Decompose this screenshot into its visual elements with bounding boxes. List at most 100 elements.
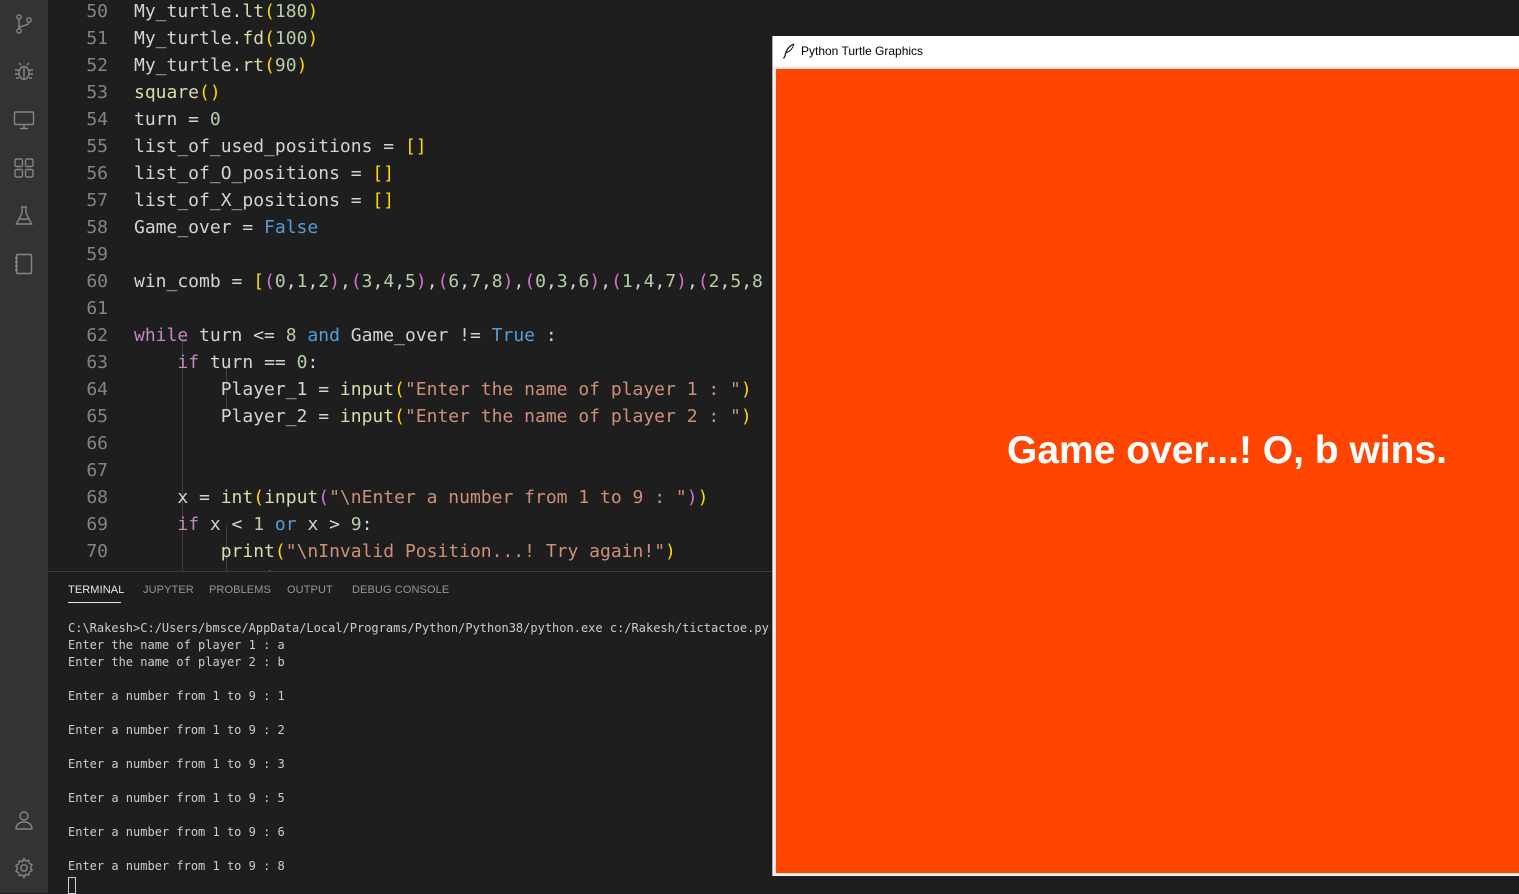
tab-debug-console[interactable]: DEBUG CONSOLE [352,584,449,596]
turtle-graphics-window[interactable]: Python Turtle Graphics Game over...! O, … [772,36,1519,876]
code-line[interactable]: 58 Game_over = False [48,214,772,241]
run-debug-icon[interactable] [12,60,36,84]
code-token: Player_2 = [134,406,340,427]
turtle-canvas[interactable]: Game over...! O, b wins. [775,68,1519,874]
code-token: 100 [274,28,308,49]
line-number: 63 [86,352,108,373]
code-token: 5 [405,271,416,292]
account-icon[interactable] [12,808,36,832]
code-token: ) [415,271,427,292]
code-token: 6 [448,271,460,292]
code-token: if [177,514,200,535]
code-line[interactable]: 57 list_of_X_positions = [] [48,187,772,214]
testing-icon[interactable] [12,204,36,228]
line-number: 59 [86,244,108,265]
code-token: [] [372,190,395,211]
code-token: 8 [285,325,297,346]
code-line[interactable]: 55 list_of_used_positions = [] [48,133,772,160]
code-line[interactable]: 68 x = int(input("\nEnter a number from … [48,484,772,511]
code-token: input [339,379,395,400]
code-text: if x < 1 or x > 9: [134,511,372,538]
code-token: ) [502,271,514,292]
settings-gear-icon[interactable] [12,856,36,880]
code-line[interactable]: 64 Player_1 = input("Enter the name of p… [48,376,772,403]
code-line[interactable]: 50 My_turtle.lt(180) [48,0,772,25]
tab-jupyter[interactable]: JUPYTER [143,584,194,596]
code-line[interactable]: 66 [48,430,772,457]
line-number: 61 [86,298,108,319]
code-token: , [513,271,525,292]
code-line[interactable]: 51 My_turtle.fd(100) [48,25,772,52]
code-line[interactable]: 67 [48,457,772,484]
terminal-line: Enter a number from 1 to 9 : 8 [68,859,285,873]
code-token: 0 [296,352,308,373]
code-token: ) [329,271,340,292]
code-line[interactable]: 52 My_turtle.rt(90) [48,52,772,79]
code-token: ( [350,271,362,292]
code-text: My_turtle.lt(180) [134,0,318,25]
code-token: , [459,271,471,292]
code-token: 7 [470,271,481,292]
code-token: "\nInvalid Position...! Try again!" [285,541,666,562]
line-number: 68 [86,487,108,508]
code-token: and [307,325,340,346]
tab-terminal[interactable]: TERMINAL [68,584,124,596]
code-line[interactable]: 53 square() [48,79,772,106]
tab-problems[interactable]: PROBLEMS [209,584,271,596]
code-token: 7 [665,271,677,292]
remote-explorer-icon[interactable] [12,108,36,132]
code-text: win_comb = [(0,1,2),(3,4,5),(6,7,8),(0,3… [134,268,763,295]
extensions-icon[interactable] [12,156,36,180]
code-line[interactable]: 62 while turn <= 8 and Game_over != True … [48,322,772,349]
code-token: win_comb = [134,271,254,292]
feather-icon [782,43,795,59]
line-number: 52 [86,55,108,76]
code-token: 8 [752,271,763,292]
code-line[interactable]: 54 turn = 0 [48,106,772,133]
code-line[interactable]: 61 [48,295,772,322]
code-token: 90 [274,55,297,76]
code-text: print("\nInvalid Position...! Try again!… [134,538,676,565]
code-line[interactable]: 65 Player_2 = input("Enter the name of p… [48,403,772,430]
code-token: 5 [730,271,742,292]
code-token: input [264,487,319,508]
code-token: () [199,82,221,103]
code-token: ) [740,379,752,400]
code-line[interactable]: 70 print("\nInvalid Position...! Try aga… [48,538,772,565]
source-control-icon[interactable] [12,12,36,36]
code-token: lt [242,1,265,22]
code-line[interactable]: 69 if x < 1 or x > 9: [48,511,772,538]
code-token: ( [394,406,405,427]
line-number: 62 [86,325,108,346]
code-token: : [535,325,557,346]
code-token: , [285,271,297,292]
code-token: "Enter the name of player 1 : " [404,379,741,400]
code-line[interactable]: 59 [48,241,772,268]
code-token: , [686,271,698,292]
code-text: list_of_used_positions = [] [134,133,427,160]
code-token: ) [697,487,709,508]
code-token: ( [264,28,275,49]
code-token: , [654,271,666,292]
code-token: My_turtle [134,55,232,76]
code-token: , [567,271,579,292]
terminal-line: Enter a number from 1 to 9 : 5 [68,791,285,805]
notebook-icon[interactable] [12,252,36,276]
window-titlebar[interactable]: Python Turtle Graphics [773,36,1519,66]
line-number: 50 [86,1,108,22]
tab-output[interactable]: OUTPUT [287,584,333,596]
code-editor[interactable]: 50 My_turtle.lt(180) 51 My_turtle.fd(100) 52… [48,0,772,571]
code-token: 1 [253,514,265,535]
code-token: : [361,514,373,535]
code-token: , [394,271,406,292]
code-token: ( [264,1,275,22]
terminal-line: C:\Rakesh>C:/Users/bmsce/AppData/Local/P… [68,621,769,635]
code-line[interactable]: 60 win_comb = [(0,1,2),(3,4,5),(6,7,8),(0… [48,268,772,295]
code-token: x < [199,514,254,535]
code-token: ( [264,55,275,76]
code-line[interactable]: 56 list_of_O_positions = [] [48,160,772,187]
code-token: list_of_X_positions = [134,190,373,211]
code-line[interactable]: 63 if turn == 0: [48,349,772,376]
code-text: Player_2 = input("Enter the name of play… [134,403,752,430]
code-token: ( [264,271,275,292]
